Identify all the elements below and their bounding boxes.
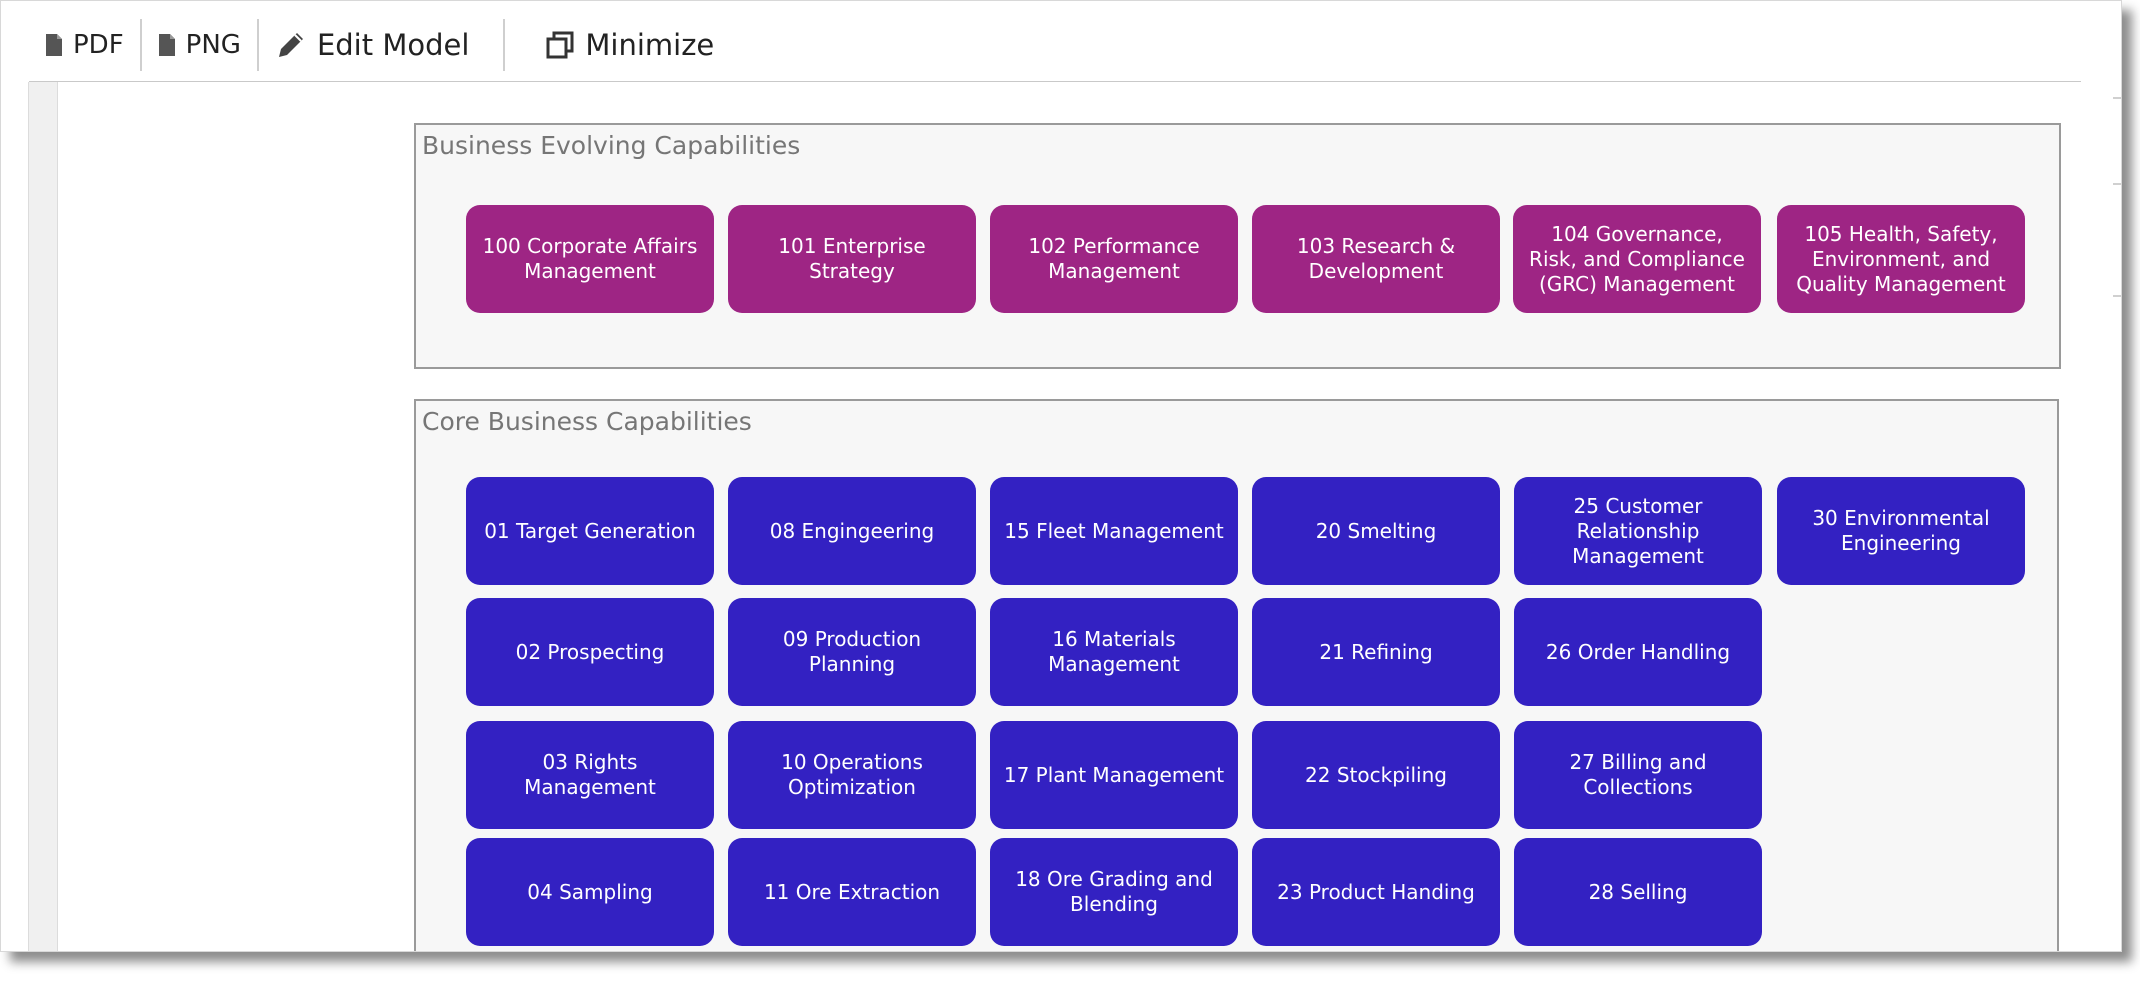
capability-tile[interactable]: 09 Production Planning: [728, 598, 976, 706]
app-window: PDF PNG Edit Model Minimize Business Evo…: [0, 0, 2122, 952]
left-gutter: [28, 82, 58, 951]
edit-model-label: Edit Model: [316, 28, 470, 62]
edit-model-button[interactable]: Edit Model: [259, 15, 485, 75]
capability-tile[interactable]: 20 Smelting: [1252, 477, 1500, 585]
group-title: Core Business Capabilities: [422, 407, 752, 436]
capability-tile[interactable]: 01 Target Generation: [466, 477, 714, 585]
core-capabilities-group: Core Business Capabilities 01 Target Gen…: [414, 399, 2059, 951]
capability-tile[interactable]: 11 Ore Extraction: [728, 838, 976, 946]
capability-tile[interactable]: 21 Refining: [1252, 598, 1500, 706]
capability-tile[interactable]: 27 Billing and Collections: [1514, 721, 1762, 829]
capability-tile[interactable]: 08 Engingeering: [728, 477, 976, 585]
capability-tile[interactable]: 105 Health, Safety, Environment, and Qua…: [1777, 205, 2025, 313]
capability-tile[interactable]: 16 Materials Management: [990, 598, 1238, 706]
document-icon: [45, 33, 63, 57]
edge-tick: [2113, 97, 2121, 99]
toolbar-divider: [503, 19, 506, 71]
pencil-icon: [275, 29, 307, 61]
capability-tile[interactable]: 100 Corporate Affairs Management: [466, 205, 714, 313]
capability-tile[interactable]: 10 Operations Optimization: [728, 721, 976, 829]
toolbar-divider-line: [29, 81, 2081, 82]
capability-tile[interactable]: 101 Enterprise Strategy: [728, 205, 976, 313]
capability-tile[interactable]: 22 Stockpiling: [1252, 721, 1500, 829]
capability-tile[interactable]: 15 Fleet Management: [990, 477, 1238, 585]
capability-tile[interactable]: 17 Plant Management: [990, 721, 1238, 829]
capability-tile[interactable]: 30 Environmental Engineering: [1777, 477, 2025, 585]
capability-tile[interactable]: 28 Selling: [1514, 838, 1762, 946]
minimize-label: Minimize: [585, 28, 715, 62]
edge-tick: [2113, 295, 2121, 297]
toolbar: PDF PNG Edit Model Minimize: [29, 15, 730, 75]
capability-tile[interactable]: 04 Sampling: [466, 838, 714, 946]
group-title: Business Evolving Capabilities: [422, 131, 801, 160]
capability-tile[interactable]: 02 Prospecting: [466, 598, 714, 706]
capability-tile[interactable]: 104 Governance, Risk, and Compliance (GR…: [1513, 205, 1761, 313]
capability-tile[interactable]: 03 Rights Management: [466, 721, 714, 829]
document-icon: [158, 33, 176, 57]
capability-tile[interactable]: 103 Research & Development: [1252, 205, 1500, 313]
evolving-capabilities-group: Business Evolving Capabilities 100 Corpo…: [414, 123, 2061, 369]
pdf-button[interactable]: PDF: [29, 15, 140, 75]
capability-tile[interactable]: 25 Customer Relationship Management: [1514, 477, 1762, 585]
png-button[interactable]: PNG: [142, 15, 257, 75]
edge-tick: [2113, 183, 2121, 185]
capability-tile[interactable]: 23 Product Handing: [1252, 838, 1500, 946]
pdf-label: PDF: [73, 30, 124, 60]
minimize-button[interactable]: Minimize: [529, 15, 730, 75]
capability-tile[interactable]: 26 Order Handling: [1514, 598, 1762, 706]
capability-tile[interactable]: 102 Performance Management: [990, 205, 1238, 313]
restore-window-icon: [545, 30, 575, 60]
png-label: PNG: [185, 30, 241, 60]
capability-tile[interactable]: 18 Ore Grading and Blending: [990, 838, 1238, 946]
